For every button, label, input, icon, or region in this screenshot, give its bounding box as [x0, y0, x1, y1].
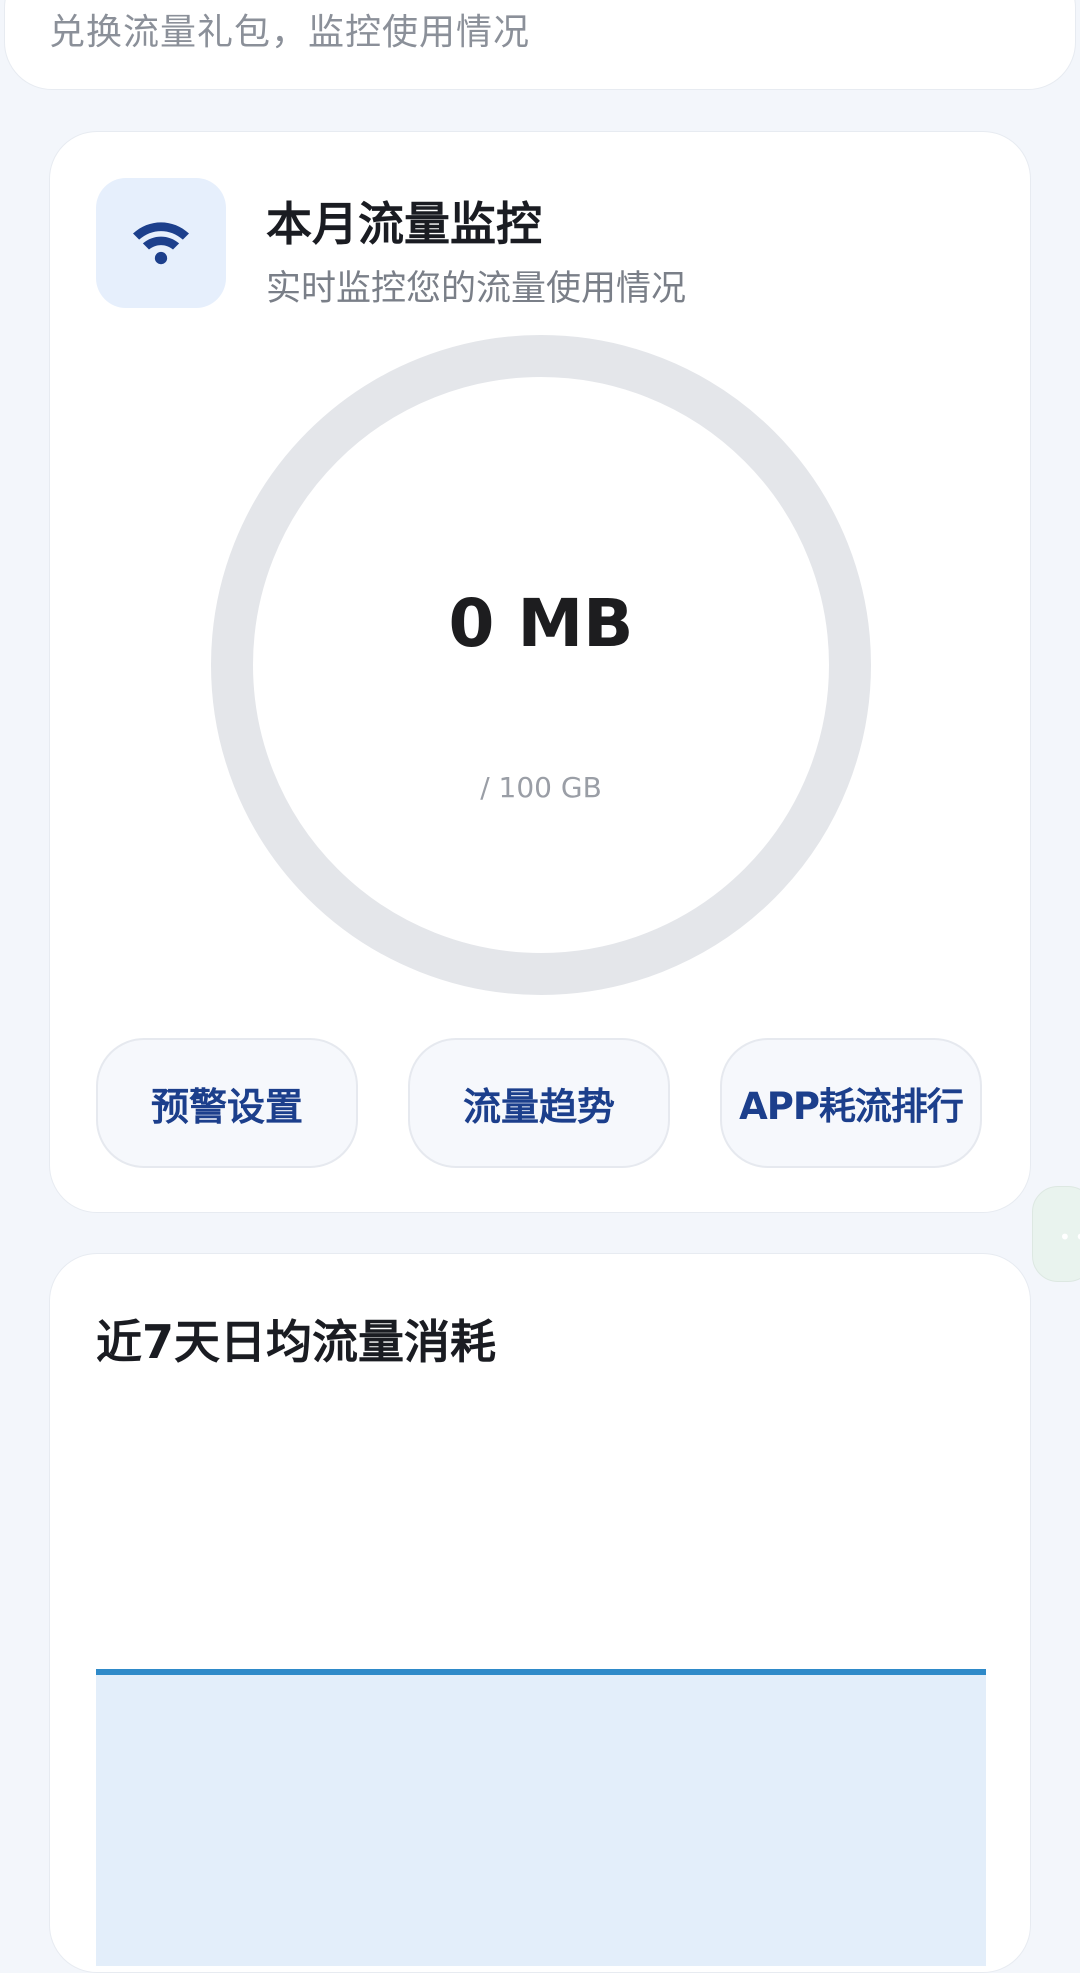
area-fill: [96, 1672, 986, 1966]
chart-title: 近7天日均流量消耗: [96, 1315, 497, 1369]
package-card[interactable]: 兑换流量礼包，监控使用情况: [4, 0, 1076, 90]
card-subtitle: 实时监控您的流量使用情况: [266, 269, 687, 309]
usage-value: 0 MB: [448, 585, 634, 662]
card-title: 本月流量监控: [266, 197, 542, 251]
action-buttons: 预警设置 流量趋势 APP耗流排行: [96, 1038, 986, 1168]
package-card-subtitle: 兑换流量礼包，监控使用情况: [49, 12, 531, 53]
usage-ring: [211, 335, 871, 995]
floating-assistant-button[interactable]: ••: [1032, 1186, 1080, 1282]
traffic-monitor-card: 本月流量监控 实时监控您的流量使用情况 0 MB / 100 GB 预警设置 流…: [49, 131, 1031, 1213]
alert-settings-button[interactable]: 预警设置: [96, 1038, 358, 1168]
area-chart: [96, 1669, 986, 1966]
traffic-trend-button[interactable]: 流量趋势: [408, 1038, 670, 1168]
usage-gauge: 0 MB / 100 GB: [211, 335, 871, 995]
wifi-icon: [129, 209, 193, 277]
usage-total: / 100 GB: [480, 771, 602, 804]
more-dots-icon: ••: [1059, 1225, 1080, 1249]
app-ranking-button[interactable]: APP耗流排行: [720, 1038, 982, 1168]
weekly-usage-card: 近7天日均流量消耗: [49, 1253, 1031, 1973]
chart-area: [96, 1666, 986, 1966]
wifi-icon-tile: [96, 178, 226, 308]
